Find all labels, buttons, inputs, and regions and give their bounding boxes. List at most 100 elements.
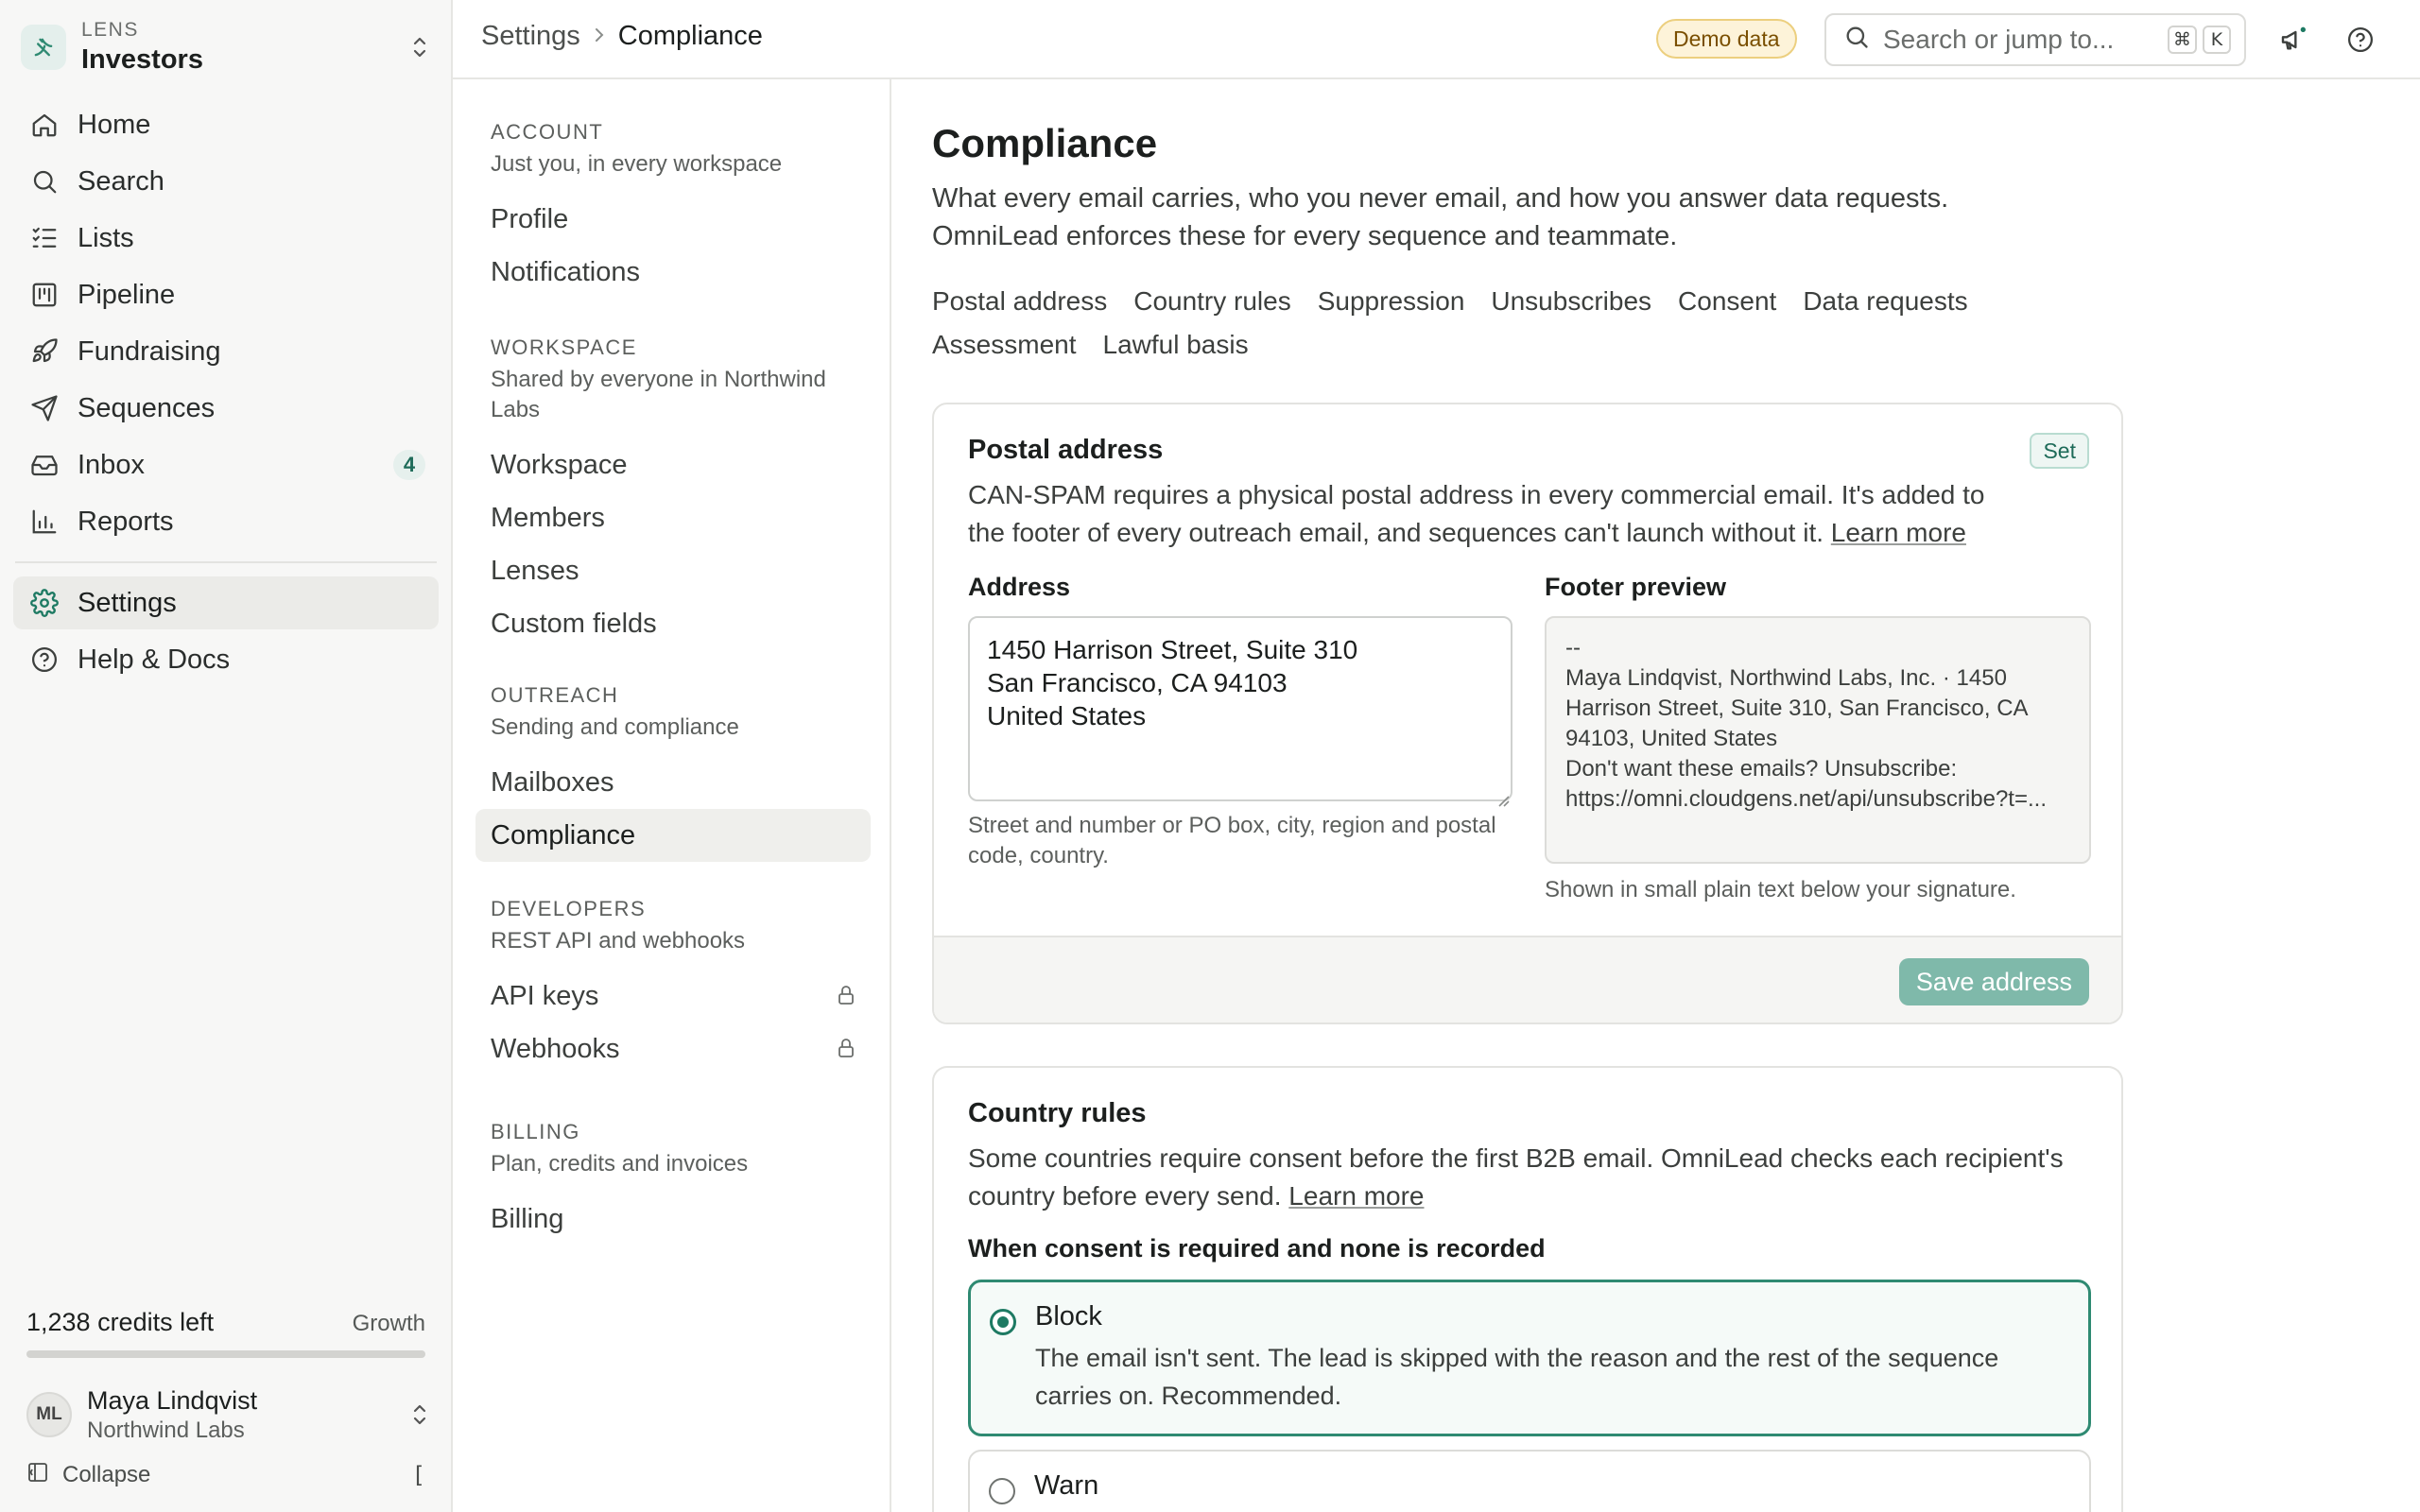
plan-label: Growth xyxy=(352,1311,425,1336)
anchor-postal-address[interactable]: Postal address xyxy=(932,280,1107,323)
shortcut-key: K xyxy=(2203,26,2231,54)
help-circle-icon xyxy=(28,644,60,676)
card-description: CAN-SPAM requires a physical postal addr… xyxy=(968,476,1989,552)
search-icon xyxy=(28,165,60,198)
subnav-label: API keys xyxy=(491,980,599,1011)
group-description: REST API and webhooks xyxy=(491,928,746,954)
breadcrumb: Settings Compliance xyxy=(481,21,763,52)
nav-label: Search xyxy=(78,165,164,197)
lock-icon xyxy=(835,983,857,1015)
radio-button[interactable] xyxy=(989,1478,1015,1504)
sidebar-panel-icon xyxy=(26,1460,49,1490)
workspace-switcher[interactable]: LENS Investors xyxy=(21,13,433,81)
anchor-country-rules[interactable]: Country rules xyxy=(1133,280,1291,323)
breadcrumb-compliance: Compliance xyxy=(617,21,763,51)
country-description-text: Some countries require consent before th… xyxy=(968,1143,2064,1211)
nav-item-sequences[interactable]: Sequences xyxy=(13,382,439,435)
subnav-group-developers: DEVELOPERS REST API and webhooks API key… xyxy=(453,896,891,1075)
subnav-item-profile[interactable]: Profile xyxy=(475,193,871,246)
group-description: Shared by everyone in Northwind Labs xyxy=(491,367,826,422)
page-subtitle: What every email carries, who you never … xyxy=(932,183,1949,251)
save-address-button[interactable]: Save address xyxy=(1898,958,2089,1005)
credits-meter[interactable]: 1,238 credits left Growth xyxy=(26,1308,425,1358)
subnav-group-account: ACCOUNT Just you, in every workspace Pro… xyxy=(453,119,891,299)
nav-item-pipeline[interactable]: Pipeline xyxy=(13,268,439,321)
radio-button-selected[interactable] xyxy=(990,1309,1016,1335)
subnav-item-compliance[interactable]: Compliance xyxy=(475,809,871,862)
section-anchor-links: Postal address Country rules Suppression… xyxy=(932,280,2066,367)
main-nav: Home Search Lists Pipeline Fundraising S… xyxy=(13,98,439,690)
chevron-up-down-icon xyxy=(406,28,433,66)
subnav-item-api-keys[interactable]: API keys xyxy=(475,970,871,1022)
shortcut-key: ⌘ xyxy=(2168,26,2197,54)
credits-left-label: 1,238 credits left xyxy=(26,1308,215,1336)
credits-progress-fill xyxy=(26,1350,425,1358)
global-search-input[interactable]: Search or jump to... ⌘ K xyxy=(1824,13,2246,66)
anchor-unsubscribes[interactable]: Unsubscribes xyxy=(1491,280,1651,323)
search-placeholder: Search or jump to... xyxy=(1883,25,2115,54)
nav-item-reports[interactable]: Reports xyxy=(13,495,439,548)
subnav-item-workspace[interactable]: Workspace xyxy=(475,438,871,491)
subnav-item-lenses[interactable]: Lenses xyxy=(475,544,871,597)
settings-subnav: ACCOUNT Just you, in every workspace Pro… xyxy=(453,79,891,1512)
nav-label: Inbox xyxy=(78,449,145,480)
footer-preview: -- Maya Lindqvist, Northwind Labs, Inc. … xyxy=(1545,616,2091,864)
nav-item-settings[interactable]: Settings xyxy=(13,576,439,629)
footer-preview-label: Footer preview xyxy=(1545,573,1727,601)
group-kicker: OUTREACH xyxy=(491,683,619,707)
page-title: Compliance xyxy=(932,121,1158,165)
nav-item-fundraising[interactable]: Fundraising xyxy=(13,325,439,378)
search-icon xyxy=(1843,24,1870,57)
subnav-item-mailboxes[interactable]: Mailboxes xyxy=(475,756,871,809)
nav-item-inbox[interactable]: Inbox 4 xyxy=(13,438,439,491)
nav-label: Lists xyxy=(78,222,134,253)
postal-address-card: Postal address Set CAN-SPAM requires a p… xyxy=(932,403,2123,1024)
address-textarea[interactable]: 1450 Harrison Street, Suite 310 San Fran… xyxy=(968,616,1512,801)
anchor-data-requests[interactable]: Data requests xyxy=(1803,280,1967,323)
subnav-label: Webhooks xyxy=(491,1033,620,1064)
radio-option-title: Block xyxy=(1035,1301,1102,1332)
learn-more-link[interactable]: Learn more xyxy=(1288,1181,1424,1211)
announcements-megaphone-icon[interactable] xyxy=(2277,23,2311,57)
anchor-consent[interactable]: Consent xyxy=(1678,280,1776,323)
anchor-lawful-basis[interactable]: Lawful basis xyxy=(1103,323,1249,367)
subnav-group-outreach: OUTREACH Sending and compliance Mailboxe… xyxy=(453,682,891,862)
card-title: Country rules xyxy=(968,1098,1147,1128)
workspace-name: Investors xyxy=(81,44,203,75)
anchor-suppression[interactable]: Suppression xyxy=(1318,280,1465,323)
subnav-group-workspace: WORKSPACE Shared by everyone in Northwin… xyxy=(453,335,891,650)
nav-item-lists[interactable]: Lists xyxy=(13,212,439,265)
nav-label: Pipeline xyxy=(78,279,176,310)
resize-grip-icon[interactable] xyxy=(1495,784,1511,815)
subnav-item-webhooks[interactable]: Webhooks xyxy=(475,1022,871,1075)
anchor-assessment[interactable]: Assessment xyxy=(932,323,1077,367)
subnav-item-notifications[interactable]: Notifications xyxy=(475,246,871,299)
kanban-icon xyxy=(28,279,60,311)
learn-more-link[interactable]: Learn more xyxy=(1831,518,1966,547)
avatar: ML xyxy=(26,1392,72,1437)
collapse-label: Collapse xyxy=(62,1462,151,1487)
group-kicker: WORKSPACE xyxy=(491,335,637,359)
lens-logo-icon xyxy=(21,25,66,70)
subnav-item-billing[interactable]: Billing xyxy=(475,1193,871,1246)
workspace-kicker: LENS xyxy=(81,19,139,41)
footer-preview-help-text: Shown in small plain text below your sig… xyxy=(1545,877,2016,902)
top-bar: Settings Compliance Demo data Search or … xyxy=(453,0,2420,79)
lock-icon xyxy=(835,1036,857,1068)
demo-data-badge[interactable]: Demo data xyxy=(1656,19,1797,59)
nav-item-search[interactable]: Search xyxy=(13,155,439,208)
user-name: Maya Lindqvist xyxy=(87,1386,258,1415)
radio-option-description: The email isn't sent. The lead is skippe… xyxy=(1035,1344,1999,1410)
radio-option-block[interactable]: Block The email isn't sent. The lead is … xyxy=(968,1280,2091,1436)
nav-item-help[interactable]: Help & Docs xyxy=(13,633,439,686)
radio-option-title: Warn xyxy=(1034,1470,1099,1501)
nav-item-home[interactable]: Home xyxy=(13,98,439,151)
nav-label: Home xyxy=(78,109,151,140)
subnav-item-members[interactable]: Members xyxy=(475,491,871,544)
breadcrumb-settings[interactable]: Settings xyxy=(481,21,580,52)
user-menu[interactable]: ML Maya Lindqvist Northwind Labs xyxy=(26,1382,433,1448)
collapse-sidebar-button[interactable]: Collapse [ xyxy=(26,1461,425,1489)
subnav-item-custom-fields[interactable]: Custom fields xyxy=(475,597,871,650)
radio-option-warn[interactable]: Warn xyxy=(968,1450,2091,1512)
help-circle-icon[interactable] xyxy=(2343,23,2377,57)
